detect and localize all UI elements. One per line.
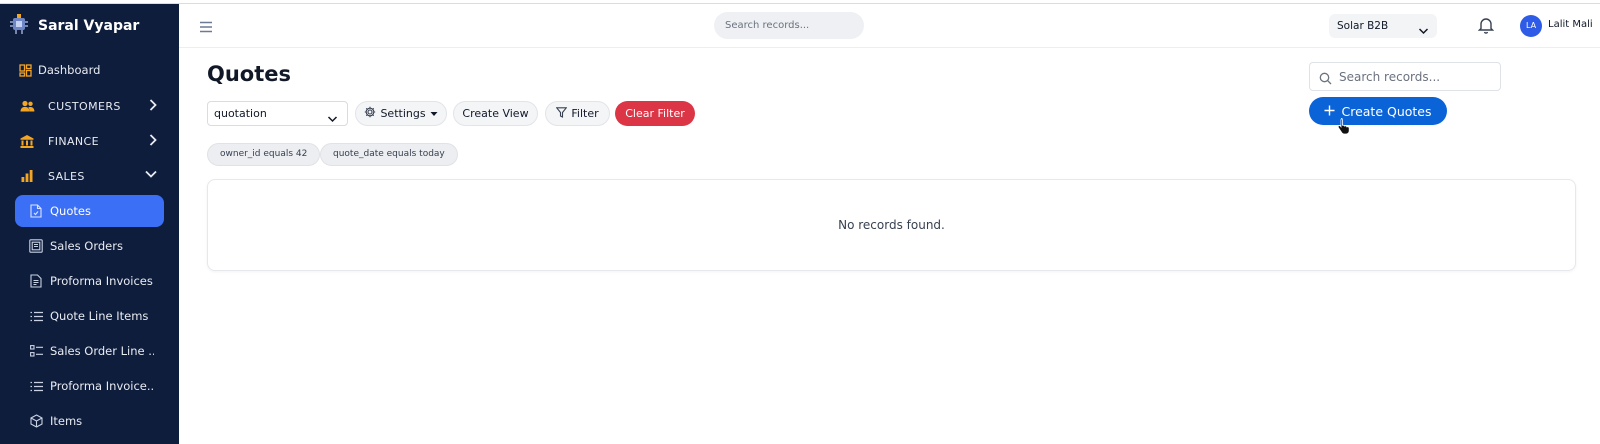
settings-button[interactable]: Settings bbox=[355, 101, 447, 126]
window-top-border bbox=[0, 0, 1600, 4]
user-name[interactable]: Lalit Mali bbox=[1548, 19, 1593, 30]
chevron-down-icon bbox=[1418, 21, 1429, 45]
sidebar-item-label: Items bbox=[50, 414, 83, 428]
sidebar-item-quote-line-items[interactable]: Quote Line Items bbox=[15, 300, 164, 332]
search-icon bbox=[1319, 70, 1332, 89]
sales-icon bbox=[19, 168, 35, 184]
create-view-button-label: Create View bbox=[462, 107, 529, 120]
sidebar-item-sales-order-line-items[interactable]: Sales Order Line ... bbox=[15, 335, 164, 367]
sidebar-section-sales[interactable]: SALES bbox=[15, 160, 164, 192]
chevron-right-icon bbox=[148, 98, 158, 115]
dashboard-icon bbox=[17, 62, 33, 78]
caret-down-icon bbox=[430, 107, 438, 120]
sidebar-section-finance[interactable]: FINANCE bbox=[15, 125, 164, 157]
sidebar-item-label: Sales Order Line ... bbox=[50, 344, 154, 358]
chevron-right-icon bbox=[148, 133, 158, 150]
sidebar-item-proforma-invoice-line-items[interactable]: Proforma Invoice... bbox=[15, 370, 164, 402]
records-search-input[interactable]: Search records... bbox=[1309, 62, 1501, 91]
sidebar-item-label: Sales Orders bbox=[50, 239, 123, 253]
sidebar-item-sales-orders[interactable]: Sales Orders bbox=[15, 230, 164, 262]
sidebar-item-label: Quotes bbox=[50, 204, 91, 218]
plus-icon bbox=[1324, 104, 1335, 119]
checklist-icon bbox=[28, 343, 44, 359]
page-title: Quotes bbox=[207, 62, 292, 86]
sidebar-item-label: Proforma Invoice... bbox=[50, 379, 154, 393]
filter-chip[interactable]: owner_id equals 42 bbox=[207, 143, 321, 166]
customers-icon bbox=[19, 98, 35, 114]
chevron-down-icon bbox=[327, 109, 338, 132]
sidebar-item-dashboard[interactable]: Dashboard bbox=[15, 54, 164, 86]
records-search-placeholder: Search records... bbox=[1339, 70, 1441, 84]
avatar[interactable]: LA bbox=[1520, 15, 1542, 37]
settings-button-label: Settings bbox=[380, 107, 426, 120]
filter-button[interactable]: Filter bbox=[545, 101, 610, 126]
empty-state-message: No records found. bbox=[838, 218, 945, 232]
filter-chip[interactable]: quote_date equals today bbox=[320, 143, 458, 166]
create-quotes-button-label: Create Quotes bbox=[1341, 103, 1432, 119]
cube-icon bbox=[28, 413, 44, 429]
gear-icon bbox=[364, 106, 376, 121]
organization-select[interactable]: Solar B2B bbox=[1329, 14, 1437, 38]
sidebar-item-items[interactable]: Items bbox=[15, 405, 164, 437]
organization-select-value: Solar B2B bbox=[1337, 20, 1389, 32]
brand[interactable]: Saral Vyapar bbox=[8, 14, 139, 38]
sidebar: Saral Vyapar Dashboard CUSTOMERS FINANCE… bbox=[0, 4, 179, 444]
menu-icon[interactable] bbox=[199, 18, 213, 37]
sidebar-item-label: Dashboard bbox=[38, 63, 101, 77]
document-icon bbox=[28, 203, 44, 219]
view-select[interactable]: quotation bbox=[207, 101, 348, 126]
list-icon bbox=[28, 308, 44, 324]
filter-icon bbox=[555, 106, 568, 121]
sidebar-section-label: FINANCE bbox=[48, 134, 99, 148]
bell-icon[interactable] bbox=[1477, 16, 1495, 38]
orders-icon bbox=[28, 238, 44, 254]
sidebar-section-customers[interactable]: CUSTOMERS bbox=[15, 90, 164, 122]
filter-button-label: Filter bbox=[571, 107, 599, 120]
list-icon bbox=[28, 378, 44, 394]
sidebar-section-label: SALES bbox=[48, 169, 85, 183]
clear-filter-button[interactable]: Clear Filter bbox=[615, 101, 695, 126]
create-view-button[interactable]: Create View bbox=[453, 101, 538, 126]
chevron-down-icon bbox=[144, 168, 158, 183]
sidebar-item-label: Proforma Invoices bbox=[50, 274, 153, 288]
sidebar-item-quotes[interactable]: Quotes bbox=[15, 195, 164, 227]
view-select-value: quotation bbox=[214, 107, 267, 120]
top-bar: Search records... Solar B2B LA Lalit Mal… bbox=[179, 4, 1600, 48]
invoice-icon bbox=[28, 273, 44, 289]
sidebar-item-label: Quote Line Items bbox=[50, 309, 149, 323]
app-logo-icon bbox=[8, 13, 30, 39]
finance-icon bbox=[19, 133, 35, 149]
records-table: No records found. bbox=[207, 179, 1576, 271]
create-quotes-button[interactable]: Create Quotes bbox=[1309, 97, 1447, 125]
mouse-pointer-icon bbox=[1337, 117, 1351, 138]
sidebar-item-proforma-invoices[interactable]: Proforma Invoices bbox=[15, 265, 164, 297]
app-name: Saral Vyapar bbox=[38, 18, 140, 34]
global-search-input[interactable]: Search records... bbox=[714, 12, 864, 39]
sidebar-section-label: CUSTOMERS bbox=[48, 99, 121, 113]
